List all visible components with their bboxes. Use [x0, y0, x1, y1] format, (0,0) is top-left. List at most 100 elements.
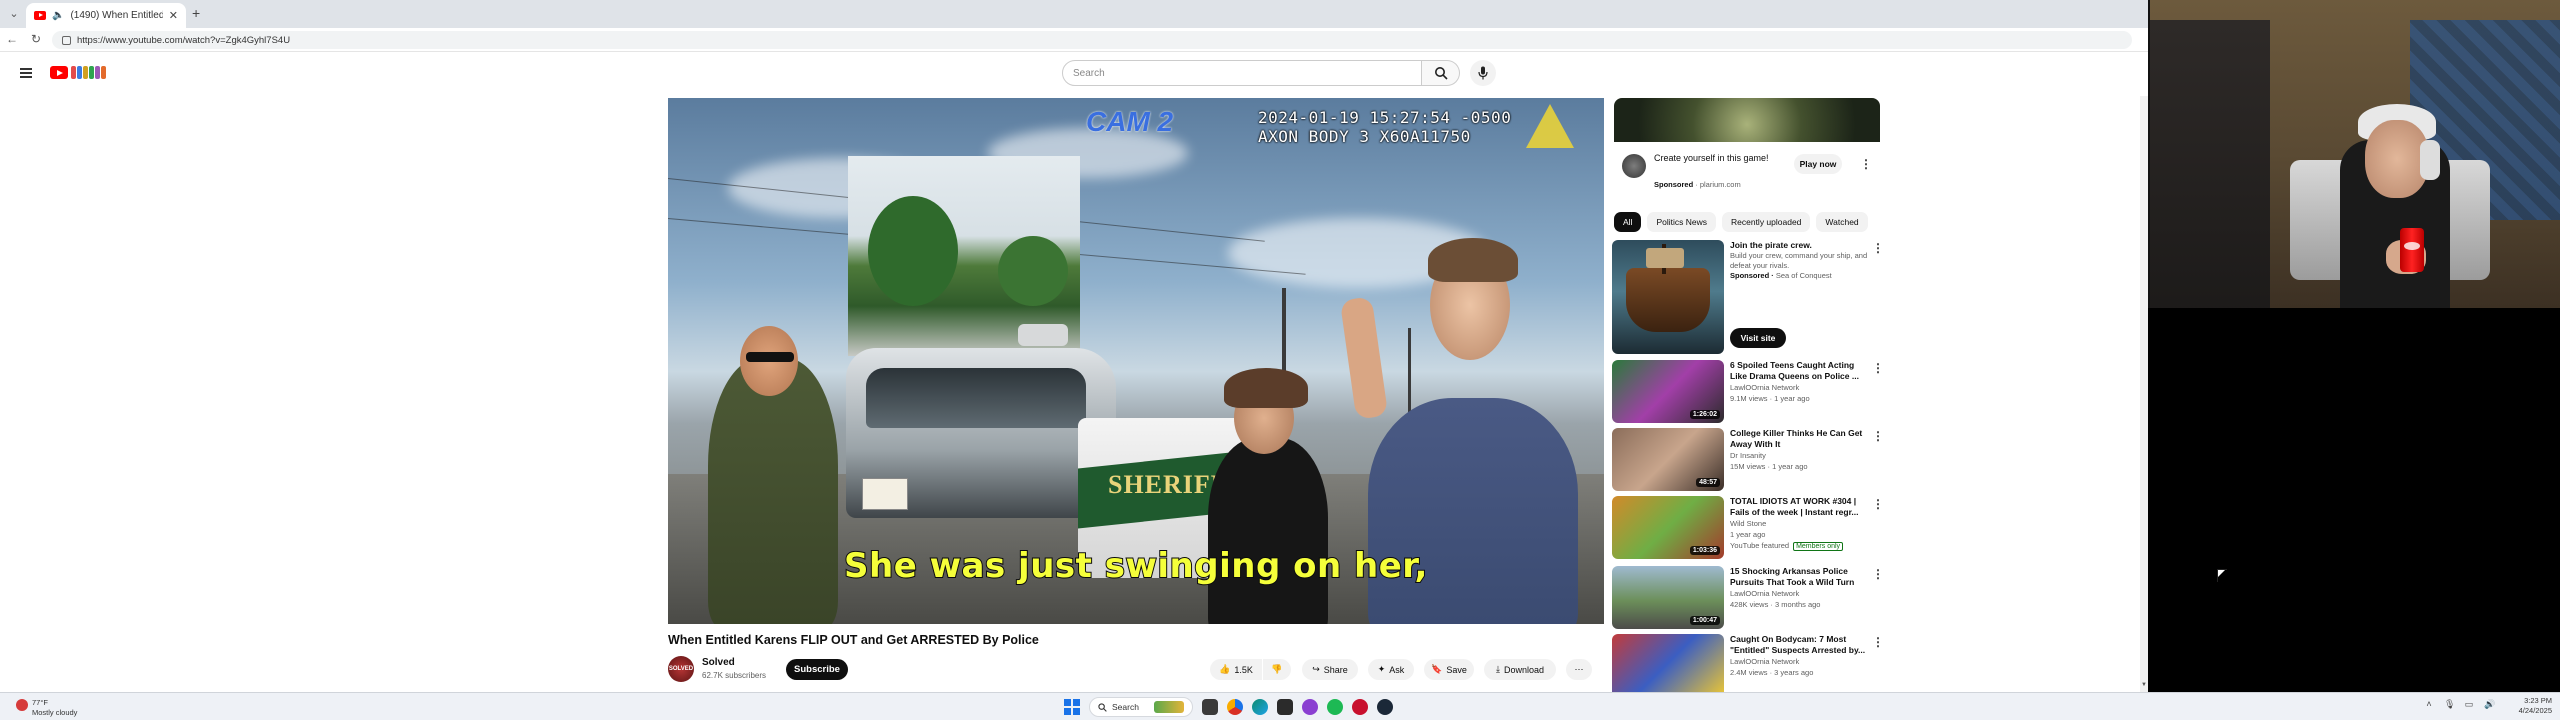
more-icon: ⋯	[1574, 664, 1584, 674]
rec-channel: LawlOOrnia Network	[1730, 383, 1800, 392]
tab-title: (1490) When Entitled Karens F	[70, 10, 163, 21]
tree	[998, 236, 1068, 306]
tree	[868, 196, 958, 306]
tab-strip: ⌄ 🔈 (1490) When Entitled Karens F ✕ +	[0, 0, 2148, 28]
back-icon[interactable]: ←	[4, 32, 20, 46]
scroll-down-icon[interactable]: ▼	[2140, 682, 2148, 690]
search-button[interactable]	[1422, 60, 1460, 86]
rec-menu-icon[interactable]: ⋮	[1872, 496, 1884, 512]
channel-avatar[interactable]: SOLVED	[668, 656, 694, 682]
soda-can	[2400, 228, 2424, 272]
recommendation-item[interactable]: 1:26:02 6 Spoiled Teens Caught Acting Li…	[1612, 360, 1884, 423]
recommendation-item[interactable]: 1:03:36 TOTAL IDIOTS AT WORK #304 | Fail…	[1612, 496, 1884, 559]
ad-banner-image	[1614, 98, 1880, 142]
edge-icon[interactable]	[1252, 699, 1268, 715]
rec-menu-icon[interactable]: ⋮	[1872, 360, 1884, 376]
subscribe-button[interactable]: Subscribe	[786, 659, 848, 680]
rec-menu-icon[interactable]: ⋮	[1872, 240, 1884, 256]
steam-icon[interactable]	[1377, 699, 1393, 715]
chevron-up-icon[interactable]: ˄	[2424, 699, 2434, 709]
webcam-overlay	[2148, 0, 2560, 308]
chip-watched[interactable]: Watched	[1816, 212, 1868, 232]
rec-thumbnail: 1:26:02	[1612, 360, 1724, 423]
sponsored-thumbnail	[1612, 240, 1724, 354]
license-plate	[862, 478, 908, 510]
play-now-button[interactable]: Play now	[1794, 154, 1842, 174]
save-button[interactable]: 🔖 Save	[1424, 659, 1474, 680]
volume-icon[interactable]: 🔊	[2484, 699, 2495, 709]
tab-search-icon[interactable]: ⌄	[6, 6, 22, 22]
task-view-icon[interactable]	[1202, 699, 1218, 715]
rec-title: Join the pirate crew.	[1730, 240, 1812, 250]
taskbar-apps: Search	[1064, 697, 1393, 717]
youtube-favicon-icon	[34, 11, 46, 20]
site-info-icon[interactable]	[62, 35, 71, 45]
chrome-icon[interactable]	[1227, 699, 1243, 715]
rec-title: 6 Spoiled Teens Caught Acting Like Drama…	[1730, 360, 1859, 381]
youtube-logo[interactable]	[50, 66, 106, 79]
spotify-icon[interactable]	[1327, 699, 1343, 715]
ad-card[interactable]: Create yourself in this game! Sponsored …	[1614, 98, 1880, 202]
download-button[interactable]: ⤓ Download	[1484, 659, 1556, 680]
share-button[interactable]: ↪ Share	[1302, 659, 1358, 680]
rec-info: 15 Shocking Arkansas Police Pursuits Tha…	[1730, 566, 1872, 610]
network-icon[interactable]: ▭	[2464, 699, 2474, 709]
channel-name[interactable]: Solved	[702, 657, 735, 668]
woman-hair	[1224, 368, 1308, 408]
search-input[interactable]	[1062, 60, 1422, 86]
rec-menu-icon[interactable]: ⋮	[1872, 566, 1884, 582]
dislike-button[interactable]: 👎	[1263, 659, 1291, 680]
like-count: 1.5K	[1234, 664, 1253, 675]
chip-recently-uploaded[interactable]: Recently uploaded	[1722, 212, 1811, 232]
microphone-tray-icon[interactable]: 🎙	[2444, 699, 2455, 709]
recommendation-item[interactable]: 1:00:47 15 Shocking Arkansas Police Purs…	[1612, 566, 1884, 629]
rec-sponsored: Sponsored · Sea of Conquest	[1730, 271, 1832, 280]
rec-meta: 2.4M views · 3 years ago	[1730, 668, 1814, 677]
new-tab-icon[interactable]: +	[192, 5, 200, 21]
browser-window: ⌄ 🔈 (1490) When Entitled Karens F ✕ + ← …	[0, 0, 2148, 692]
featured-label: YouTube featured	[1730, 541, 1790, 550]
clock[interactable]: 3:23 PM 4/24/2025	[2508, 696, 2552, 716]
thumbs-down-icon: 👎	[1271, 664, 1283, 674]
more-actions-button[interactable]: ⋯	[1566, 659, 1592, 680]
bodycam-timestamp: 2024-01-19 15:27:54 -0500 AXON BODY 3 X6…	[1258, 108, 1511, 146]
rec-meta: 428K views · 3 months ago	[1730, 600, 1821, 609]
ad-title: Create yourself in this game!	[1654, 153, 1769, 163]
ad-body: Create yourself in this game! Sponsored …	[1614, 142, 1880, 202]
timestamp-line-2: AXON BODY 3 X60A11750	[1258, 127, 1471, 146]
chip-all[interactable]: All	[1614, 212, 1642, 232]
sponsored-recommendation[interactable]: Join the pirate crew. Build your crew, c…	[1612, 240, 1884, 354]
video-player[interactable]: SHERIFF CAM 2 2024-01-19 15:27:54 -0500 …	[668, 98, 1604, 624]
share-label: Share	[1323, 664, 1348, 675]
speaker-icon[interactable]: 🔈	[52, 10, 64, 21]
weather-temperature: 77°F	[32, 698, 48, 707]
app-red-icon[interactable]	[1352, 699, 1368, 715]
rec-menu-icon[interactable]: ⋮	[1872, 428, 1884, 444]
rec-menu-icon[interactable]: ⋮	[1872, 634, 1884, 650]
like-button[interactable]: 👍 1.5K	[1210, 659, 1262, 680]
menu-icon[interactable]	[20, 68, 32, 78]
windows-taskbar: 77°F Mostly cloudy Search ˄ 🎙 ▭ 🔊 3:23 P…	[0, 692, 2560, 720]
search-icon	[1434, 67, 1448, 80]
tab-close-icon[interactable]: ✕	[169, 9, 178, 22]
visit-site-button[interactable]: Visit site	[1730, 328, 1786, 348]
reload-icon[interactable]: ↻	[28, 32, 44, 46]
recommendation-item[interactable]: 48:57 College Killer Thinks He Can Get A…	[1612, 428, 1884, 491]
rec-info: TOTAL IDIOTS AT WORK #304 | Fails of the…	[1730, 496, 1872, 552]
chip-politics-news[interactable]: Politics News	[1647, 212, 1716, 232]
voice-search-button[interactable]	[1470, 60, 1496, 86]
terminal-icon[interactable]	[1277, 699, 1293, 715]
address-bar[interactable]: https://www.youtube.com/watch?v=Zgk4Gyhl…	[52, 31, 2132, 49]
ask-button[interactable]: ✦ Ask	[1368, 659, 1414, 680]
ad-menu-icon[interactable]: ⋮	[1860, 156, 1872, 172]
video-caption: She was just swinging on her,	[843, 545, 1428, 587]
suv-window	[866, 368, 1086, 428]
obs-icon[interactable]	[1302, 699, 1318, 715]
rec-info: 6 Spoiled Teens Caught Acting Like Drama…	[1730, 360, 1872, 404]
taskbar-search[interactable]: Search	[1089, 697, 1193, 717]
windows-start-icon[interactable]	[1064, 699, 1080, 715]
page-scrollbar[interactable]: ▼	[2140, 96, 2148, 692]
tab-youtube[interactable]: 🔈 (1490) When Entitled Karens F ✕	[26, 3, 186, 28]
recommendation-item[interactable]: Caught On Bodycam: 7 Most "Entitled" Sus…	[1612, 634, 1884, 692]
rec-title: College Killer Thinks He Can Get Away Wi…	[1730, 428, 1863, 449]
